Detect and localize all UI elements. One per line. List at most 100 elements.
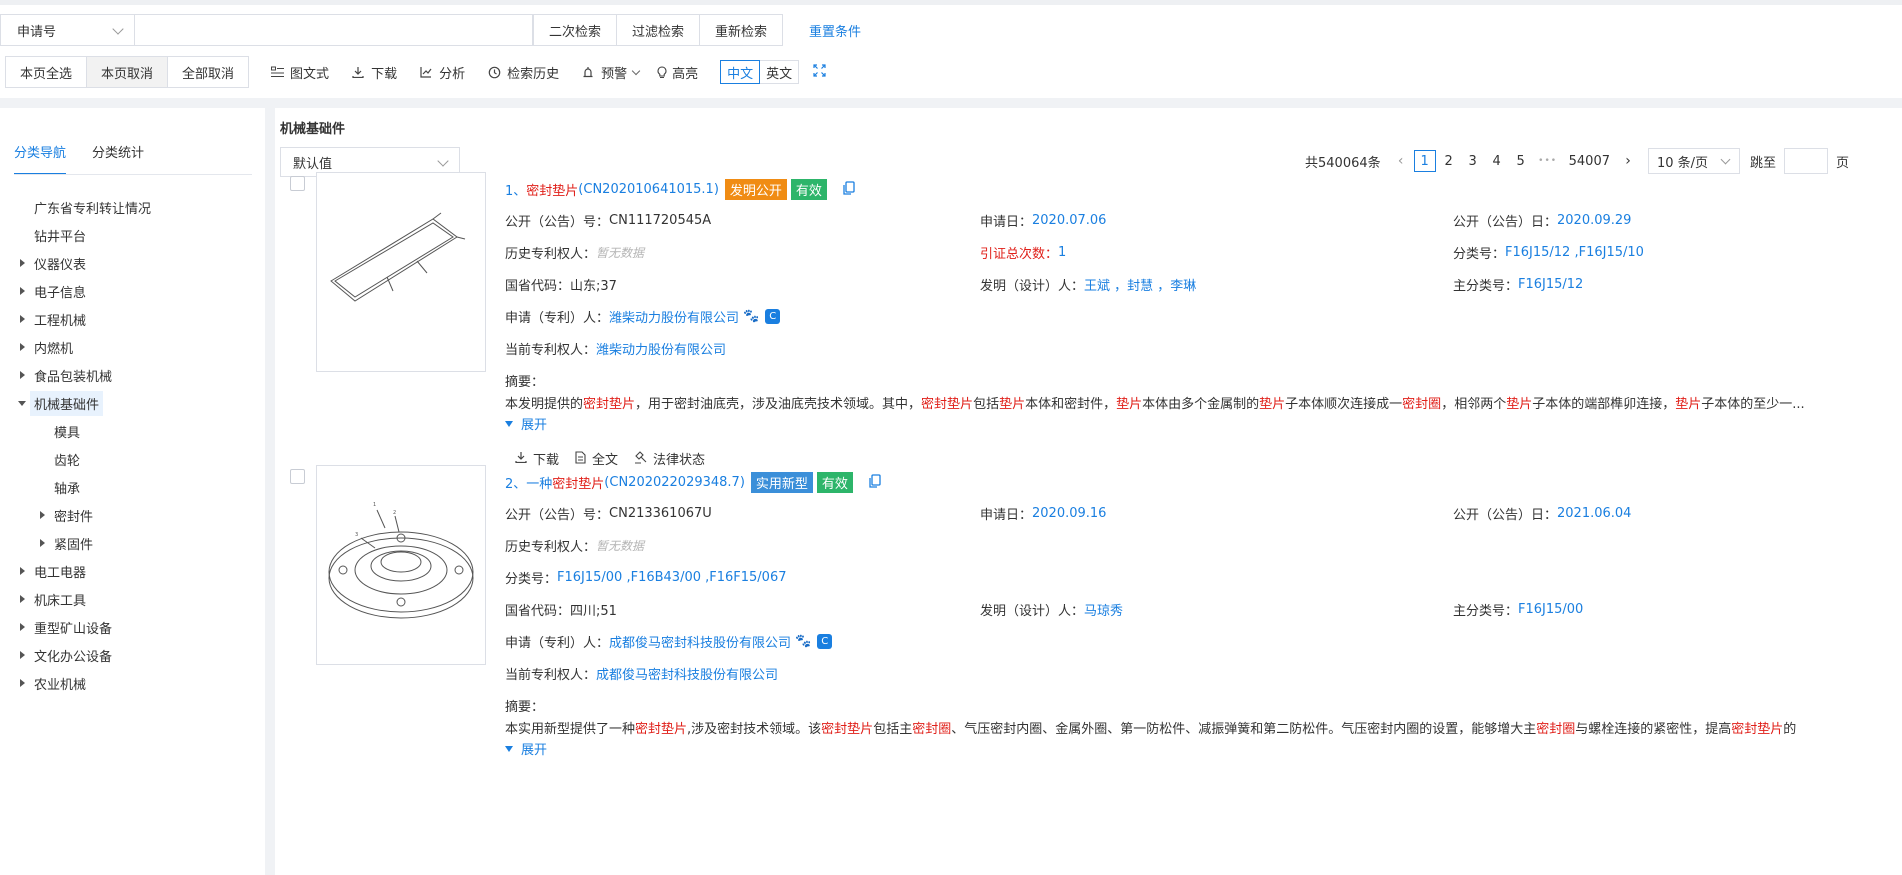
highlight-button[interactable]: 高亮 (655, 63, 698, 82)
lang-en-button[interactable]: 英文 (760, 60, 800, 84)
page-number[interactable]: 5 (1510, 150, 1532, 172)
lang-zh-button[interactable]: 中文 (720, 60, 761, 84)
caret-right-icon[interactable] (20, 651, 25, 659)
caret-right-icon[interactable] (20, 679, 25, 687)
app-date-value[interactable]: 2020.09.16 (1032, 506, 1106, 521)
fulltext-action[interactable]: 全文 (575, 449, 618, 468)
select-page-button[interactable]: 本页全选 (5, 56, 88, 88)
download-button[interactable]: 下载 (351, 63, 397, 82)
search-history-button[interactable]: 检索历史 (487, 63, 559, 82)
sidebar-tree-item[interactable]: 密封件 (0, 501, 265, 529)
analysis-button[interactable]: 分析 (419, 63, 465, 82)
reset-conditions-link[interactable]: 重置条件 (809, 21, 861, 40)
inventor-value[interactable]: 王斌 ，封慧 ，李琳 (1084, 275, 1196, 294)
citation-value[interactable]: 1 (1058, 245, 1066, 260)
svg-text:3: 3 (355, 532, 358, 538)
next-page-icon[interactable]: › (1617, 150, 1639, 172)
sidebar-tree-item[interactable]: 重型矿山设备 (0, 613, 265, 641)
page-ellipsis[interactable]: ••• (1537, 150, 1559, 172)
page-size-select[interactable]: 10 条/页 (1648, 148, 1740, 174)
expand-abstract-button[interactable]: 展开 (505, 739, 547, 758)
caret-right-icon[interactable] (20, 595, 25, 603)
search-input[interactable] (135, 14, 533, 46)
applicant-value[interactable]: 潍柴动力股份有限公司 (609, 307, 739, 326)
caret-right-icon[interactable] (20, 287, 25, 295)
page-number[interactable]: 2 (1438, 150, 1460, 172)
alert-dropdown[interactable]: 预警 (581, 63, 641, 82)
result-title[interactable]: 1、 密封垫片 (CN202010641015.1) 发明公开 有效 (505, 179, 855, 200)
cancel-all-button[interactable]: 全部取消 (167, 56, 250, 88)
secondary-search-button[interactable]: 二次检索 (533, 14, 618, 46)
owner-value[interactable]: 潍柴动力股份有限公司 (596, 339, 726, 358)
cancel-page-button[interactable]: 本页取消 (86, 56, 169, 88)
page-number-last[interactable]: 54007 (1569, 150, 1610, 172)
page-number[interactable]: 1 (1413, 150, 1436, 172)
field-label: 申请（专利）人： (505, 311, 610, 326)
sidebar-tree-item[interactable]: 仪器仪表 (0, 249, 265, 277)
applicant-value[interactable]: 成都俊马密封科技股份有限公司 (609, 632, 791, 651)
result-title-highlight: 密封垫片 (552, 477, 605, 492)
caret-right-icon[interactable] (20, 567, 25, 575)
caret-right-icon[interactable] (20, 623, 25, 631)
tab-category-stats[interactable]: 分类统计 (92, 142, 144, 175)
page-number[interactable]: 3 (1462, 150, 1484, 172)
new-search-button[interactable]: 重新检索 (700, 14, 784, 46)
sidebar-tree-item[interactable]: 机床工具 (0, 585, 265, 613)
tabs-underline (14, 174, 252, 175)
sidebar-tree-item[interactable]: 紧固件 (0, 529, 265, 557)
company-info-icon[interactable]: C (817, 634, 833, 649)
classification-value[interactable]: F16J15/12 ,F16J15/10 (1505, 245, 1644, 260)
owner-value[interactable]: 成都俊马密封科技股份有限公司 (596, 664, 778, 683)
sidebar-tree-item[interactable]: 轴承 (0, 473, 265, 501)
sidebar-tree-item[interactable]: 农业机械 (0, 669, 265, 697)
legal-status-action[interactable]: 法律状态 (634, 449, 705, 468)
paw-icon[interactable]: 🐾 (743, 309, 759, 324)
sidebar-tree-item[interactable]: 广东省专利转让情况 (0, 193, 265, 221)
caret-right-icon[interactable] (40, 539, 45, 547)
sidebar-tree-item[interactable]: 电工电器 (0, 557, 265, 585)
view-mode-button[interactable]: 图文式 (270, 63, 329, 82)
classification-value[interactable]: F16J15/00 ,F16B43/00 ,F16F15/067 (557, 570, 786, 585)
sidebar-tree-item[interactable]: 模具 (0, 417, 265, 445)
caret-right-icon[interactable] (20, 371, 25, 379)
pub-date-value[interactable]: 2020.09.29 (1557, 213, 1631, 228)
paw-icon[interactable]: 🐾 (795, 634, 811, 649)
sidebar-tree-item[interactable]: 齿轮 (0, 445, 265, 473)
caret-down-icon[interactable] (18, 401, 26, 406)
sidebar-tree-item[interactable]: 工程机械 (0, 305, 265, 333)
sidebar-tree-item[interactable]: 内燃机 (0, 333, 265, 361)
filter-search-button[interactable]: 过滤检索 (617, 14, 701, 46)
sidebar-tree-item[interactable]: 电子信息 (0, 277, 265, 305)
fullscreen-icon[interactable] (813, 63, 826, 81)
app-date-value[interactable]: 2020.07.06 (1032, 213, 1106, 228)
expand-abstract-button[interactable]: 展开 (505, 414, 547, 433)
copy-icon[interactable] (869, 473, 881, 492)
caret-right-icon[interactable] (40, 511, 45, 519)
sidebar-tree-item[interactable]: 文化办公设备 (0, 641, 265, 669)
result-checkbox[interactable] (290, 469, 305, 484)
copy-icon[interactable] (843, 180, 855, 199)
company-info-icon[interactable]: C (765, 309, 781, 324)
caret-right-icon[interactable] (20, 343, 25, 351)
main-class-value[interactable]: F16J15/00 (1518, 602, 1583, 617)
status-badge: 有效 (816, 472, 853, 493)
sidebar-tree-item[interactable]: 钻井平台 (0, 221, 265, 249)
caret-right-icon[interactable] (20, 259, 25, 267)
caret-right-icon[interactable] (20, 315, 25, 323)
main-class-value[interactable]: F16J15/12 (1518, 277, 1583, 292)
page-number[interactable]: 4 (1486, 150, 1508, 172)
result-title[interactable]: 2、一种 密封垫片 (CN202022029348.7) 实用新型 有效 (505, 472, 881, 493)
result-checkbox[interactable] (290, 176, 305, 191)
inventor-value[interactable]: 马琼秀 (1084, 600, 1123, 619)
jump-page-input[interactable] (1784, 148, 1829, 174)
sidebar-tree-item[interactable]: 食品包装机械 (0, 361, 265, 389)
sidebar-tree-item[interactable]: 机械基础件 (0, 389, 265, 417)
search-history-label: 检索历史 (507, 66, 560, 82)
pub-date-value[interactable]: 2021.06.04 (1557, 506, 1631, 521)
patent-thumbnail[interactable]: 1 2 3 (316, 465, 486, 665)
download-action[interactable]: 下载 (515, 449, 559, 468)
search-field-select[interactable]: 申请号 (0, 14, 135, 46)
prev-page-icon[interactable]: ‹ (1390, 150, 1412, 172)
tab-category-nav[interactable]: 分类导航 (14, 142, 67, 175)
patent-thumbnail[interactable] (316, 172, 486, 372)
